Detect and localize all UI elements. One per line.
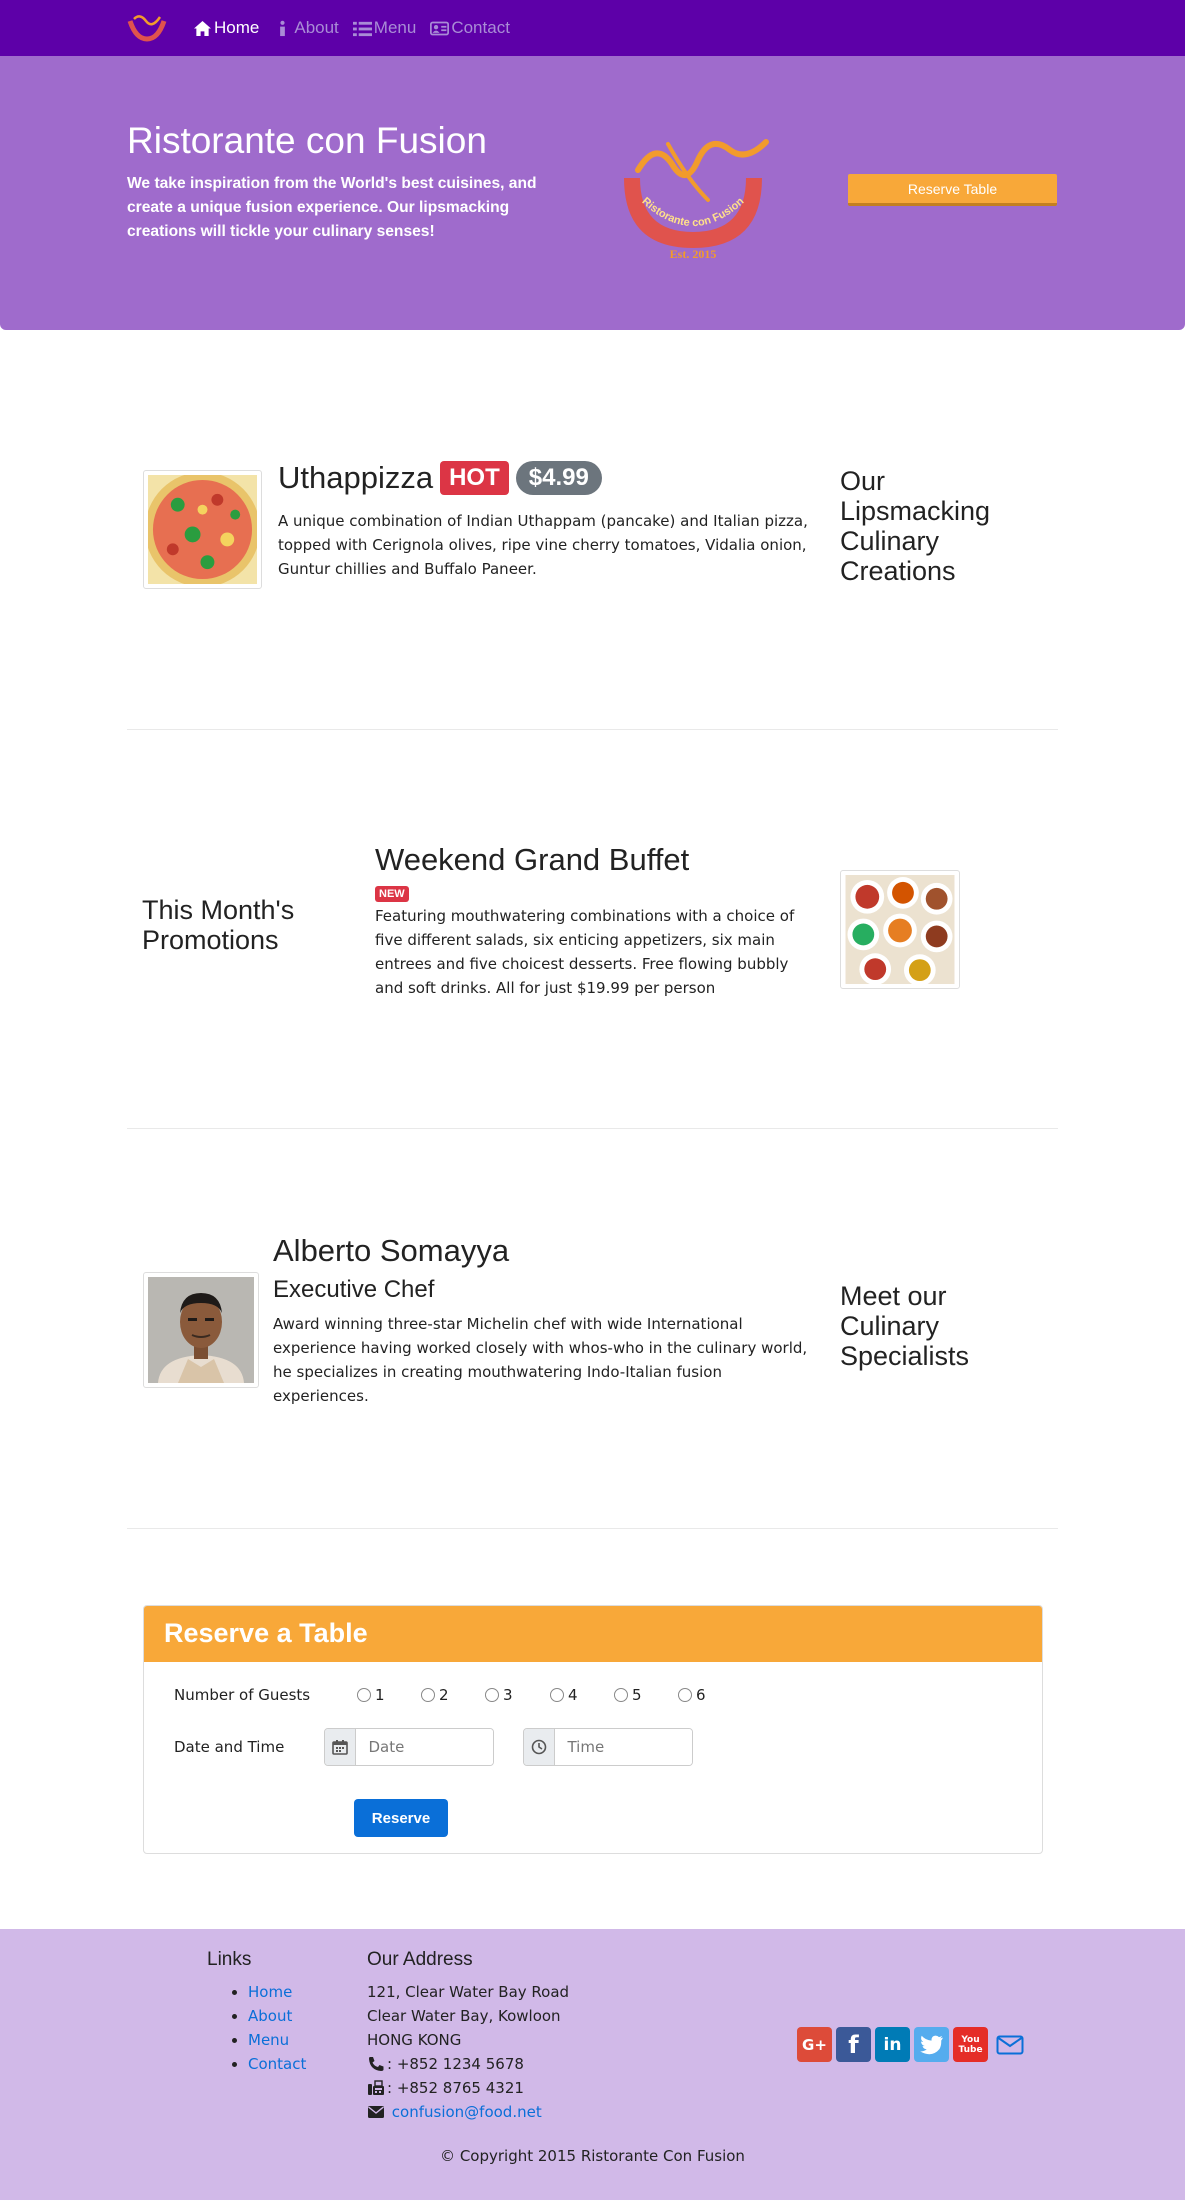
- youtube-icon[interactable]: You Tube: [953, 2027, 988, 2062]
- nav-home-label: Home: [214, 18, 260, 37]
- footer-link-contact[interactable]: Contact: [248, 2055, 306, 2073]
- dish-title: Uthappizza HOT $4.99: [278, 460, 602, 496]
- logo-est-text: Est. 2015: [670, 247, 717, 260]
- address-line-2: Clear Water Bay, Kowloon: [367, 2007, 561, 2025]
- footer-link-item: About: [248, 2004, 306, 2028]
- address-line-1: 121, Clear Water Bay Road: [367, 1983, 570, 2001]
- reserve-card: Reserve a Table Number of Guests 1 2 3 4…: [143, 1605, 1043, 1854]
- footer-link-item: Home: [248, 1980, 306, 2004]
- guest-radio-2[interactable]: 2: [421, 1686, 449, 1704]
- reserve-card-title: Reserve a Table: [164, 1618, 368, 1648]
- footer-link-about[interactable]: About: [248, 2007, 292, 2025]
- guests-label: Number of Guests: [174, 1686, 311, 1704]
- phone-icon: [369, 2057, 384, 2071]
- footer-link-item: Menu: [248, 2028, 306, 2052]
- footer-link-item: Contact: [248, 2052, 306, 2076]
- mail-icon[interactable]: [992, 2027, 1028, 2062]
- fax-line: : +852 8765 4321: [367, 2076, 569, 2100]
- promotion-side-heading: This Month's Promotions: [142, 895, 295, 955]
- time-input[interactable]: [555, 1729, 692, 1765]
- reserve-submit-button[interactable]: Reserve: [354, 1799, 448, 1837]
- footer-link-home[interactable]: Home: [248, 1983, 292, 2001]
- hot-badge: HOT: [440, 461, 509, 495]
- fax-icon: [368, 2080, 384, 2095]
- email-line: confusion@food.net: [367, 2100, 569, 2124]
- footer-link-menu[interactable]: Menu: [248, 2031, 289, 2049]
- pizza-image: [148, 475, 257, 584]
- reserve-card-header: Reserve a Table: [144, 1606, 1042, 1662]
- nav-menu-label: Menu: [373, 18, 417, 37]
- price-badge: $4.99: [515, 461, 602, 495]
- section-divider: [127, 1528, 1058, 1529]
- google-plus-icon[interactable]: G+: [797, 2027, 832, 2062]
- envelope-icon: [368, 2106, 384, 2118]
- address-card-icon: [430, 21, 450, 35]
- address-line-3: HONG KONG: [367, 2031, 462, 2049]
- copyright-text: © Copyright 2015 Ristorante Con Fusion: [440, 2147, 745, 2165]
- chef-name: Alberto Somayya: [273, 1233, 510, 1268]
- dish-side-heading: Our Lipsmacking Culinary Creations: [840, 466, 991, 586]
- promotion-image: [840, 870, 960, 989]
- footer-links: Home About Menu Contact: [248, 1980, 306, 2076]
- address-block: 121, Clear Water Bay Road Clear Water Ba…: [367, 1980, 569, 2124]
- email-link[interactable]: confusion@food.net: [392, 2100, 542, 2124]
- jumbotron-text: We take inspiration from the World's bes…: [127, 175, 537, 240]
- social-links: G+ f in You Tube: [797, 2027, 1028, 2062]
- clock-icon: [524, 1729, 556, 1765]
- links-heading: Links: [207, 1949, 252, 1970]
- address-heading: Our Address: [367, 1949, 473, 1970]
- nav-menu[interactable]: Menu: [352, 18, 417, 38]
- linkedin-icon[interactable]: in: [875, 2027, 910, 2062]
- leader-side-heading: Meet our Culinary Specialists: [840, 1281, 970, 1371]
- guest-radio-4[interactable]: 4: [550, 1686, 578, 1704]
- guest-radio-6[interactable]: 6: [678, 1686, 706, 1704]
- list-icon: [352, 21, 372, 36]
- chef-image: [143, 1272, 259, 1388]
- calendar-icon: [325, 1729, 357, 1765]
- guest-radio-1[interactable]: 1: [357, 1686, 385, 1704]
- date-input-group: [324, 1728, 494, 1766]
- section-divider: [127, 1128, 1058, 1129]
- phone-line: : +852 1234 5678: [367, 2052, 569, 2076]
- home-icon: [194, 20, 211, 36]
- brand-logo[interactable]: [126, 11, 168, 43]
- chef-portrait: [148, 1277, 254, 1383]
- nav-home[interactable]: Home: [193, 18, 259, 38]
- chef-designation: Executive Chef: [273, 1276, 435, 1303]
- reserve-table-button[interactable]: Reserve Table: [848, 174, 1057, 206]
- nav-contact-label: Contact: [451, 18, 510, 37]
- dish-name: Uthappizza: [278, 460, 434, 495]
- new-badge: NEW: [375, 886, 409, 902]
- info-icon: [280, 20, 286, 36]
- nav-contact[interactable]: Contact: [430, 18, 510, 38]
- date-input[interactable]: [356, 1729, 493, 1765]
- chef-description: Award winning three-star Michelin chef w…: [273, 1315, 808, 1405]
- buffet-image: [845, 875, 955, 984]
- jumbotron-title: Ristorante con Fusion: [127, 120, 487, 161]
- promotion-title: Weekend Grand Buffet: [375, 842, 690, 877]
- dish-description: A unique combination of Indian Uthappam …: [278, 512, 808, 578]
- facebook-icon[interactable]: f: [836, 2027, 871, 2062]
- promotion-description: Featuring mouthwatering combinations wit…: [375, 907, 795, 997]
- time-input-group: [523, 1728, 693, 1766]
- navbar: Home About Menu Contact: [0, 0, 1185, 56]
- dish-image: [143, 470, 262, 589]
- guest-radio-5[interactable]: 5: [614, 1686, 642, 1704]
- jumbotron: Ristorante con Fusion We take inspiratio…: [0, 56, 1185, 330]
- nav-about-label: About: [294, 18, 339, 37]
- nav-about[interactable]: About: [273, 18, 339, 38]
- guest-radio-3[interactable]: 3: [485, 1686, 513, 1704]
- restaurant-logo: Ristorante con Fusion Est. 2015: [624, 139, 769, 260]
- twitter-icon[interactable]: [914, 2027, 949, 2062]
- datetime-label: Date and Time: [174, 1738, 285, 1756]
- footer: Links Home About Menu Contact Our Addres…: [0, 1929, 1185, 2200]
- section-divider: [127, 729, 1058, 730]
